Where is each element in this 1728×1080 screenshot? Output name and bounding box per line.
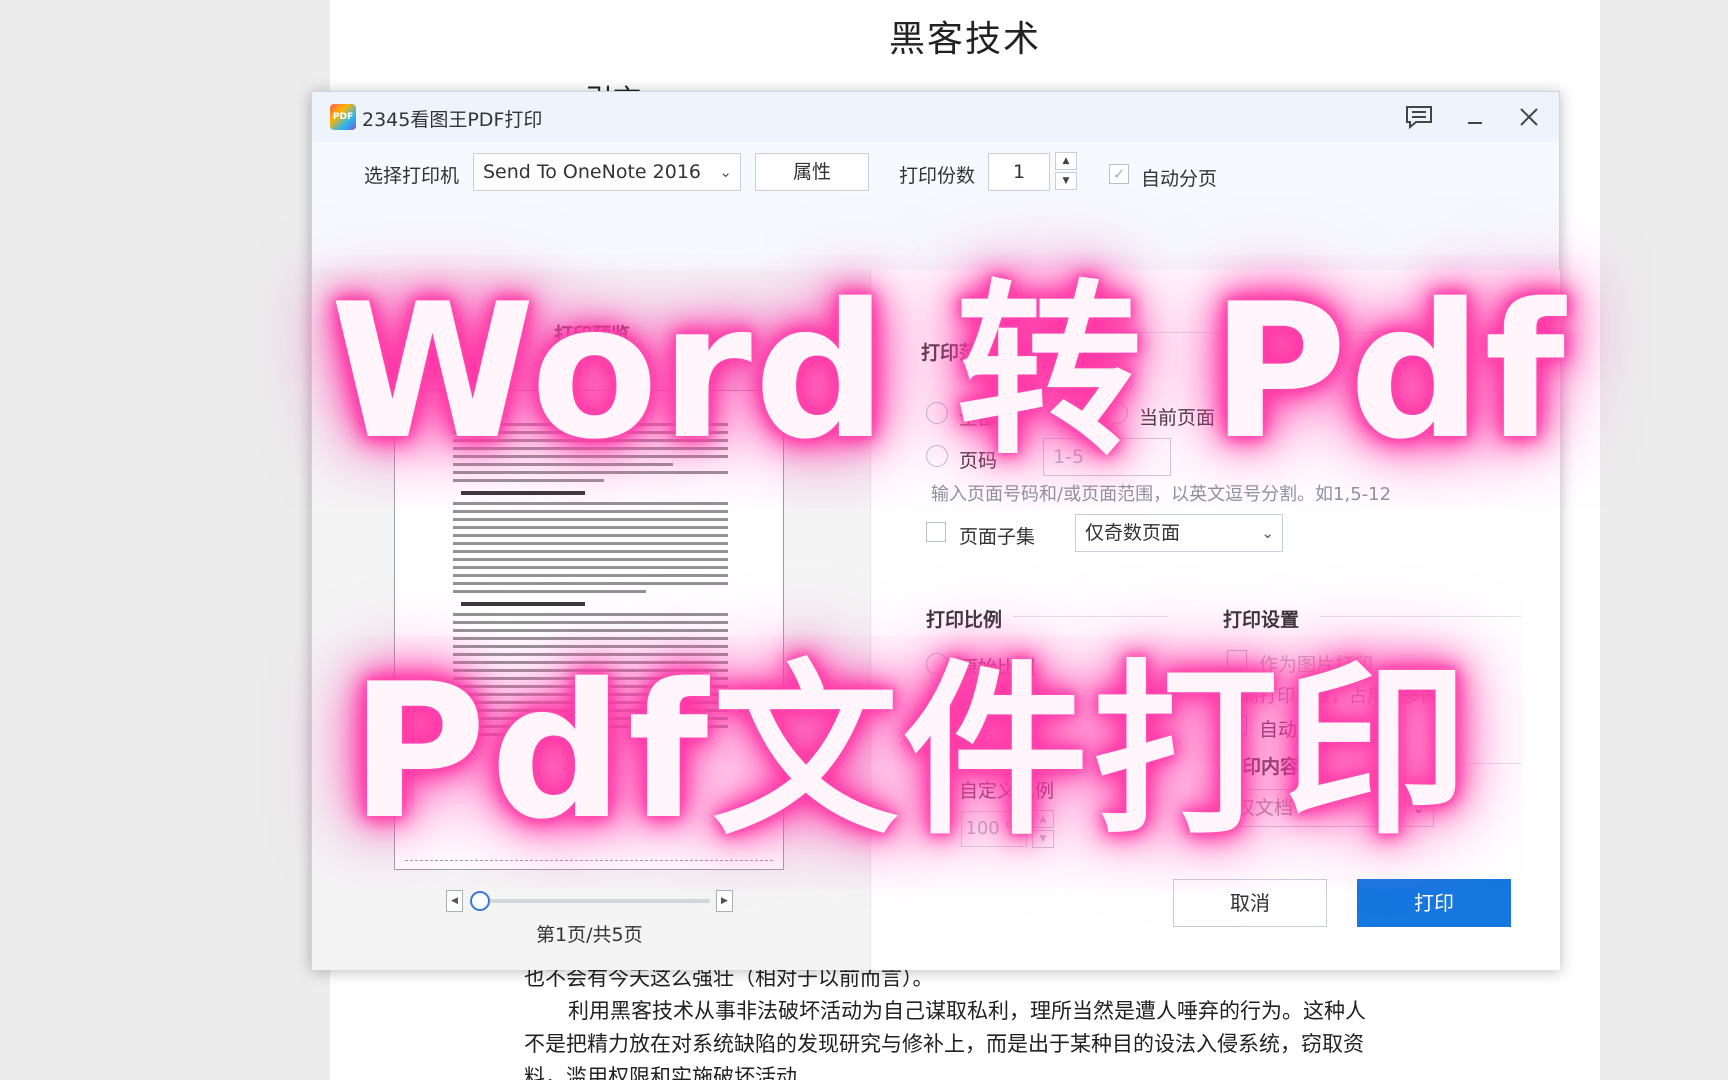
document-line: 料，滥用权限和实施破坏活动 [524,1065,797,1080]
overlay-title-line1: Word 转 Pdf [330,263,1568,480]
close-icon[interactable] [1512,100,1546,134]
dialog-title: 2345看图王PDF打印 [362,109,543,131]
page-subset-label: 页面子集 [959,526,1036,548]
app-logo-icon: PDF [330,104,356,130]
properties-button[interactable]: 属性 [755,153,869,191]
copies-label: 打印份数 [899,165,976,187]
printer-select[interactable]: Send To OneNote 2016 ⌄ [473,153,741,191]
chevron-down-icon: ⌄ [1261,524,1274,542]
page-slider-handle[interactable] [470,891,490,911]
collate-label: 自动分页 [1141,168,1218,190]
document-line: 利用黑客技术从事非法破坏活动为自己谋取私利，理所当然是遭人唾弃的行为。这种人 [568,999,1366,1023]
document-title: 黑客技术 [888,19,1041,60]
page-subset-checkbox[interactable] [926,522,946,542]
prev-page-button[interactable]: ◀ [446,890,463,912]
dialog-titlebar[interactable]: PDF 2345看图王PDF打印 [312,92,1559,142]
copies-input[interactable]: 1 [988,153,1050,191]
page-slider-track[interactable] [472,899,710,903]
next-page-button[interactable]: ▶ [716,890,733,912]
chevron-down-icon: ⌄ [719,163,732,181]
printer-label: 选择打印机 [364,165,460,187]
cancel-button[interactable]: 取消 [1173,879,1327,927]
copies-down-button[interactable]: ▼ [1055,172,1077,190]
minimize-icon[interactable] [1458,100,1492,134]
feedback-icon[interactable] [1402,100,1436,134]
printer-value: Send To OneNote 2016 [483,161,701,183]
collate-checkbox[interactable]: ✓ [1109,164,1129,184]
print-button[interactable]: 打印 [1357,879,1511,927]
page-subset-value: 仅奇数页面 [1085,522,1181,544]
copies-up-button[interactable]: ▲ [1055,152,1077,170]
page-subset-select[interactable]: 仅奇数页面 ⌄ [1075,514,1283,552]
page-indicator: 第1页/共5页 [536,924,643,946]
overlay-title-line2: Pdf文件打印 [350,643,1473,860]
document-line: 不是把精力放在对系统缺陷的发现研究与修补上，而是出于某种目的设法入侵系统，窃取资 [524,1032,1364,1056]
document-body: 也不会有今天这么强壮（相对于以前而言）。 利用黑客技术从事非法破坏活动为自己谋取… [524,962,1424,1080]
